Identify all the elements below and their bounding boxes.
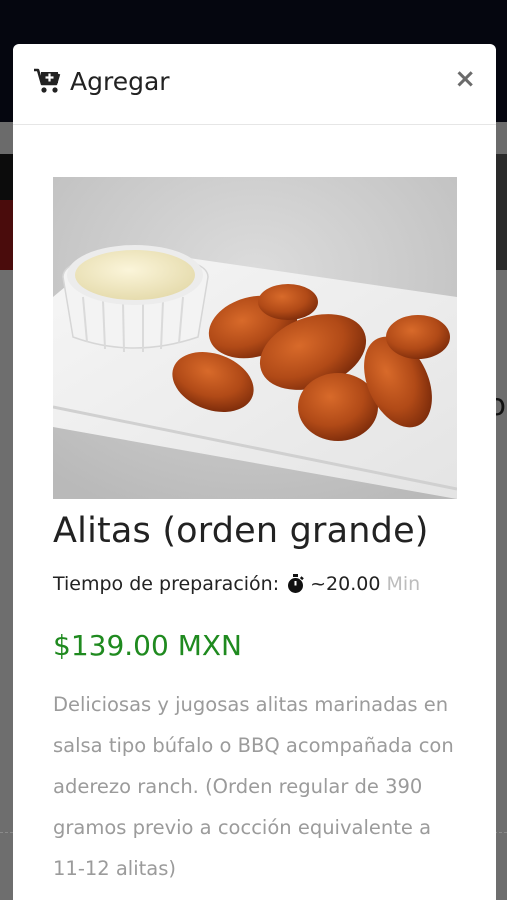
modal-title: Agregar: [33, 66, 170, 96]
cart-plus-icon: [34, 68, 61, 93]
modal-title-text: Agregar: [70, 66, 170, 96]
product-name: Alitas (orden grande): [53, 511, 429, 551]
prep-time-label: Tiempo de preparación:: [53, 573, 280, 595]
background-edge: [495, 154, 507, 270]
product-image: [53, 177, 457, 499]
modal-header: Agregar ×: [13, 44, 496, 125]
close-button[interactable]: ×: [454, 64, 476, 94]
stopwatch-icon: [288, 574, 304, 593]
product-description: Deliciosas y jugosas alitas marinadas en…: [53, 693, 454, 880]
prep-time-value: ~20.00: [310, 573, 381, 595]
add-item-modal: Agregar × Alitas (orden grande) Tiempo d…: [13, 44, 496, 900]
close-icon[interactable]: ×: [454, 64, 476, 94]
prep-time: Tiempo de preparación: ~20.00 Min: [53, 573, 456, 595]
modal-body: Alitas (orden grande) Tiempo de preparac…: [13, 125, 496, 889]
product-price: $139.00 MXN: [53, 629, 242, 662]
prep-time-unit: Min: [386, 573, 421, 595]
